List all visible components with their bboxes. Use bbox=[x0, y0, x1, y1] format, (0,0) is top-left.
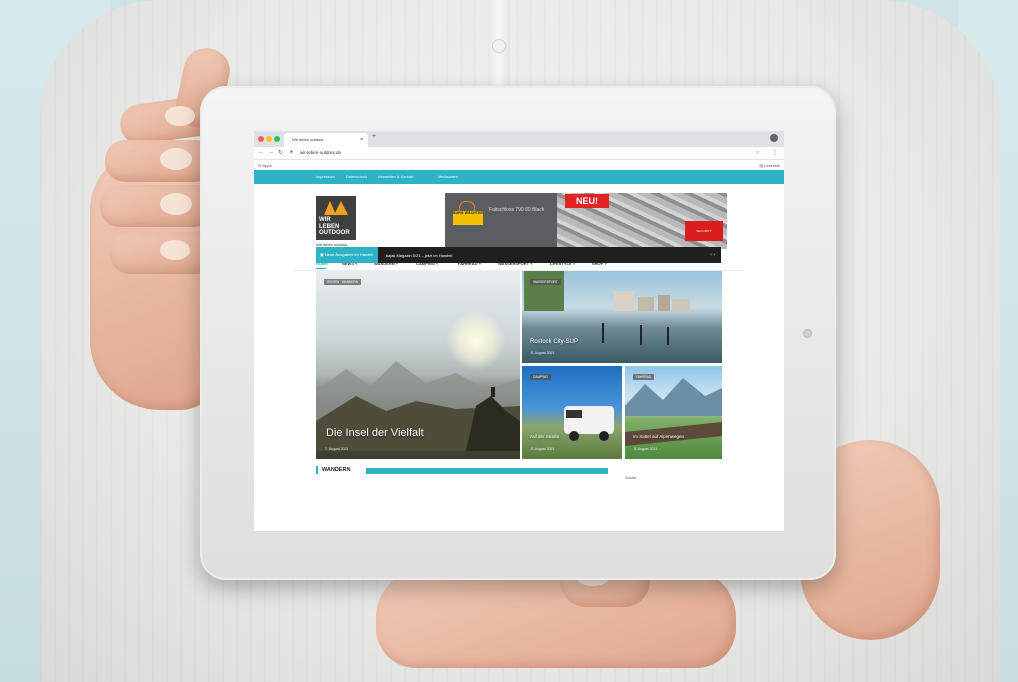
card-date: 8. August 2021 bbox=[531, 351, 555, 355]
new-tab-button[interactable]: + bbox=[372, 133, 376, 140]
bookmarks-bar: ☷ Apps ▤ Leseliste bbox=[254, 160, 784, 170]
tablet: Wir leben outdoor × + ← → ↻ ● wir-leben-… bbox=[200, 86, 836, 580]
article-card[interactable]: CAMPING Auf der Straße 8. August 2021 bbox=[522, 366, 622, 459]
card-title[interactable]: Auf der Straße bbox=[530, 434, 559, 439]
fingernail bbox=[160, 193, 192, 215]
section-bar bbox=[366, 468, 608, 474]
logo-line: OUTDOOR bbox=[319, 230, 350, 236]
address-bar: ← → ↻ ● wir-leben-outdoor.de ☆ ⋮ bbox=[254, 147, 784, 160]
menu-icon[interactable]: ⋮ bbox=[772, 149, 778, 156]
ad-security-badge: SECURITY bbox=[685, 221, 723, 241]
top-link[interactable]: Impressum bbox=[316, 175, 335, 179]
search-label: Suche bbox=[625, 475, 637, 480]
article-card[interactable]: FAHRRAD Im Sattel auf Alpenwegen 8. Augu… bbox=[625, 366, 722, 459]
ad-dark-panel: BURG WÄCHTER Faltschloss 790 80 Black bbox=[445, 193, 557, 249]
ad-banner[interactable]: BURG WÄCHTER Faltschloss 790 80 Black NE… bbox=[445, 193, 727, 249]
article-card[interactable]: WASSERSPORT Rostock City-SUP 8. August 2… bbox=[522, 271, 722, 363]
bookmark-star-icon[interactable]: ☆ bbox=[755, 149, 760, 156]
reading-list-label: Leseliste bbox=[764, 163, 780, 168]
card-category[interactable]: CAMPING bbox=[530, 374, 551, 380]
minimize-window-icon[interactable] bbox=[266, 136, 272, 142]
reload-icon[interactable]: ↻ bbox=[278, 149, 283, 156]
right-hand bbox=[376, 568, 736, 668]
account-icon[interactable] bbox=[770, 134, 778, 142]
nav-active-indicator bbox=[316, 268, 326, 269]
apps-label: Apps bbox=[262, 163, 272, 168]
site-logo[interactable]: WIR LEBEN OUTDOOR bbox=[316, 196, 356, 240]
card-category[interactable]: REISEN · WANDERN bbox=[324, 279, 362, 285]
card-date: 8. August 2021 bbox=[531, 447, 555, 451]
site-top-strip: Impressum Datenschutz Newsletter & Konta… bbox=[254, 170, 784, 184]
card-date: 8. August 2021 bbox=[634, 447, 658, 451]
browser-tab[interactable]: Wir leben outdoor × bbox=[284, 133, 368, 147]
fingernail bbox=[165, 106, 195, 126]
ticker-label-text: Neue Ausgaben im Handel bbox=[324, 252, 373, 257]
tablet-screen: Wir leben outdoor × + ← → ↻ ● wir-leben-… bbox=[254, 131, 784, 531]
top-link[interactable]: Datenschutz bbox=[346, 175, 367, 179]
lock-icon: ● bbox=[290, 149, 294, 155]
tab-close-icon[interactable]: × bbox=[360, 133, 363, 147]
shirt-button bbox=[493, 40, 505, 52]
home-button[interactable] bbox=[803, 329, 812, 338]
maximize-window-icon[interactable] bbox=[274, 136, 280, 142]
ticker-headline[interactable]: kajak Magazin 5/21 – jetzt im Handel! bbox=[386, 253, 452, 258]
ad-new-badge: NEU! bbox=[565, 194, 609, 208]
ticker-arrows[interactable]: ‹ › bbox=[710, 252, 715, 258]
left-finger-3 bbox=[100, 185, 215, 227]
card-title[interactable]: Rostock City-SUP bbox=[530, 339, 578, 345]
card-title[interactable]: Die Insel der Vielfalt bbox=[326, 427, 424, 439]
logo-text: WIR LEBEN OUTDOOR bbox=[319, 217, 350, 237]
card-title[interactable]: Im Sattel auf Alpenwegen bbox=[633, 434, 684, 439]
url-field[interactable]: wir-leben-outdoor.de bbox=[300, 150, 341, 155]
news-ticker: ▣ Neue Ausgaben im Handel kajak Magazin … bbox=[316, 247, 721, 263]
browser-tab-bar: Wir leben outdoor × + bbox=[254, 131, 784, 147]
back-icon[interactable]: ← bbox=[258, 149, 264, 155]
featured-card[interactable]: REISEN · WANDERN Die Insel der Vielfalt … bbox=[316, 271, 520, 459]
ad-brand: BURG WÄCHTER bbox=[453, 211, 483, 225]
mountain-logo-icon bbox=[324, 201, 348, 215]
card-date: 7. August 2021 bbox=[325, 447, 349, 451]
ticker-label: ▣ Neue Ausgaben im Handel bbox=[316, 247, 378, 263]
tab-title: Wir leben outdoor bbox=[292, 137, 324, 142]
fingernail bbox=[160, 240, 190, 260]
card-category[interactable]: WASSERSPORT bbox=[530, 279, 561, 285]
apps-bookmark[interactable]: ☷ Apps bbox=[258, 163, 272, 168]
section-title[interactable]: WANDERN bbox=[322, 467, 350, 473]
close-window-icon[interactable] bbox=[258, 136, 264, 142]
fingernail bbox=[160, 148, 192, 170]
section-marker bbox=[316, 466, 318, 474]
forward-icon[interactable]: → bbox=[268, 149, 274, 155]
ad-product: Faltschloss 790 80 Black bbox=[489, 207, 545, 213]
reading-list[interactable]: ▤ Leseliste bbox=[759, 163, 780, 168]
top-link[interactable]: Mediadaten bbox=[438, 175, 458, 179]
top-link[interactable]: Newsletter & Kontakt bbox=[378, 175, 413, 179]
card-category[interactable]: FAHRRAD bbox=[633, 374, 655, 380]
